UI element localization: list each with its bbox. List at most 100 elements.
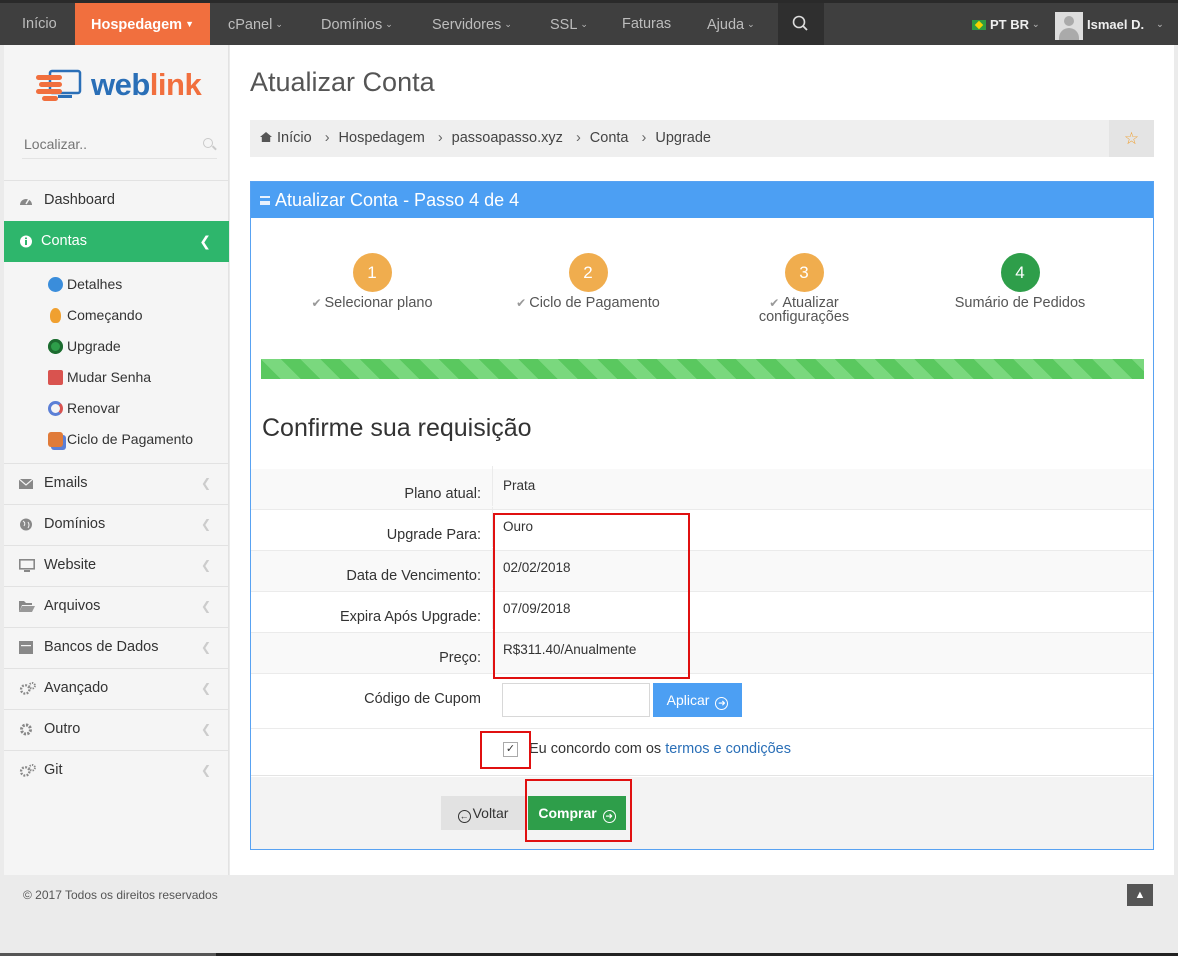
sidebar-item-emails[interactable]: Emails ❮ — [4, 463, 229, 504]
nav-dominios[interactable]: Domínios ⌄ — [305, 3, 409, 45]
back-button[interactable]: ← Voltar — [441, 796, 525, 830]
menu-icon — [260, 196, 270, 205]
button-label: Voltar — [472, 805, 509, 821]
sidebar-item-label: Arquivos — [44, 598, 101, 614]
progress-bar — [261, 359, 1144, 379]
sidebar-item-bancos[interactable]: Bancos de Dados ❮ — [4, 627, 229, 668]
sidebar-sub-detalhes[interactable]: Detalhes — [48, 269, 122, 300]
avatar — [1055, 11, 1083, 40]
field-label: Expira Após Upgrade: — [339, 609, 481, 625]
nav-inicio[interactable]: Início — [6, 3, 73, 45]
sidebar-item-git[interactable]: Git ❮ — [4, 750, 229, 791]
sidebar-sub-mudar-senha[interactable]: Mudar Senha — [48, 362, 151, 393]
row-price: Preço: R$311.40/Anualmente — [251, 630, 1153, 674]
sidebar-item-label: Dashboard — [44, 192, 115, 208]
globe-icon — [20, 518, 32, 531]
breadcrumb-item[interactable]: Conta — [590, 130, 629, 146]
breadcrumb-item[interactable]: Hospedagem — [339, 130, 425, 146]
envelope-icon — [19, 478, 33, 489]
sidebar-item-arquivos[interactable]: Arquivos ❮ — [4, 586, 229, 627]
monitor-icon — [19, 559, 35, 572]
nav-hospedagem[interactable]: Hospedagem ▼ — [75, 3, 210, 45]
nav-servidores[interactable]: Servidores ⌄ — [416, 3, 528, 45]
nav-search-button[interactable] — [778, 3, 824, 45]
scroll-top-button[interactable]: ▲ — [1127, 884, 1153, 906]
confirm-heading: Confirme sua requisição — [262, 414, 532, 442]
sidebar-item-label: Emails — [44, 475, 88, 491]
terms-label: Eu concordo com os — [529, 741, 666, 757]
gear-icon — [20, 723, 32, 736]
lightbulb-icon — [50, 308, 61, 323]
sidebar-sub-comecando[interactable]: Começando — [48, 300, 143, 331]
sidebar-item-contas[interactable]: Contas ❮ — [4, 221, 229, 262]
top-navbar: Início Hospedagem ▼ cPanel ⌄ Domínios ⌄ Ser… — [0, 0, 1178, 45]
sidebar-sub-upgrade[interactable]: Upgrade — [48, 331, 121, 362]
main-content: Atualizar Conta Início › Hospedagem › pass… — [230, 45, 1174, 875]
wizard-step-4: 4 Sumário de Pedidos — [910, 253, 1130, 310]
sidebar-item-label: Avançado — [44, 680, 109, 696]
chevron-left-icon: ❮ — [200, 763, 211, 777]
search-input[interactable] — [22, 131, 192, 157]
row-current-plan: Plano atual: Prata — [251, 466, 1153, 510]
breadcrumb-separator: › — [575, 130, 581, 146]
step-number: 1 — [352, 253, 392, 292]
sidebar-sub-renovar[interactable]: Renovar — [48, 393, 120, 424]
step-label: Sumário de Pedidos — [954, 295, 1086, 311]
logo-mark-icon — [36, 69, 82, 101]
page-title: Atualizar Conta — [250, 67, 435, 97]
favorite-button[interactable]: ☆ — [1109, 120, 1154, 157]
step-number: 2 — [568, 253, 608, 292]
panel-header: Atualizar Conta - Passo 4 de 4 — [251, 182, 1153, 218]
field-label: Código de Cupom — [364, 691, 481, 707]
nav-ajuda[interactable]: Ajuda ⌄ — [691, 3, 771, 45]
language-selector[interactable]: PT BR ⌄ — [972, 3, 1040, 45]
chevron-left-icon: ❮ — [200, 722, 211, 736]
chevron-down-icon: ⌄ — [385, 19, 393, 29]
nav-faturas[interactable]: Faturas — [606, 3, 687, 45]
sidebar-item-website[interactable]: Website ❮ — [4, 545, 229, 586]
sidebar-item-dominios[interactable]: Domínios ❮ — [4, 504, 229, 545]
check-icon: ✔ — [311, 296, 322, 310]
sidebar-sub-label: Começando — [67, 307, 143, 323]
nav-ssl[interactable]: SSL ⌄ — [534, 3, 604, 45]
breadcrumb-separator: › — [324, 130, 330, 146]
sidebar-item-outro[interactable]: Outro ❮ — [4, 709, 229, 750]
nav-label: Hospedagem — [91, 17, 183, 33]
apply-coupon-button[interactable]: Aplicar ➜ — [653, 683, 742, 717]
highlight-box — [480, 731, 531, 769]
search-icon — [792, 15, 808, 31]
sidebar-item-label: Bancos de Dados — [44, 639, 159, 655]
button-label: Aplicar — [666, 692, 710, 708]
chevron-down-icon: ⌄ — [1032, 19, 1040, 29]
panel-title: Atualizar Conta - Passo 4 de 4 — [275, 190, 520, 210]
coupon-input[interactable] — [502, 683, 650, 717]
breadcrumb-item[interactable]: Início — [277, 130, 312, 146]
nav-label: Início — [22, 16, 57, 32]
sidebar-sub-ciclo[interactable]: Ciclo de Pagamento — [48, 424, 193, 455]
weblink-logo[interactable]: weblink — [36, 67, 206, 107]
nav-label: Servidores — [432, 17, 502, 33]
sidebar-sub-label: Upgrade — [67, 338, 121, 354]
sidebar-item-dashboard[interactable]: Dashboard — [4, 180, 229, 221]
sidebar-search — [22, 131, 217, 159]
chevron-left-icon: ❮ — [200, 640, 211, 654]
upgrade-panel: Atualizar Conta - Passo 4 de 4 1 ✔ Seleci… — [250, 181, 1154, 850]
breadcrumb-item: Upgrade — [655, 130, 711, 146]
nav-label: SSL — [550, 17, 578, 33]
search-icon[interactable] — [203, 138, 213, 148]
chevron-down-icon: ⌄ — [580, 19, 588, 29]
breadcrumb-item[interactable]: passoapasso.xyz — [452, 130, 563, 146]
row-upgrade-to: Upgrade Para: Ouro — [251, 507, 1153, 551]
refresh-icon — [48, 401, 63, 416]
copyright-text: © 2017 Todos os direitos reservados — [23, 888, 218, 902]
terms-link[interactable]: termos e condições — [665, 741, 791, 757]
sidebar-item-label: Contas — [41, 233, 87, 249]
nav-cpanel[interactable]: cPanel ⌄ — [212, 3, 299, 45]
field-label: Preço: — [439, 650, 481, 666]
sidebar-sub-label: Mudar Senha — [67, 369, 152, 385]
sidebar-item-avancado[interactable]: Avançado ❮ — [4, 668, 229, 709]
nav-label: Faturas — [622, 16, 672, 32]
user-menu[interactable]: Ismael D. ⌄ — [1055, 9, 1164, 40]
chevron-down-icon: ⌄ — [1156, 19, 1164, 29]
chevron-left-icon: ❮ — [200, 517, 211, 531]
